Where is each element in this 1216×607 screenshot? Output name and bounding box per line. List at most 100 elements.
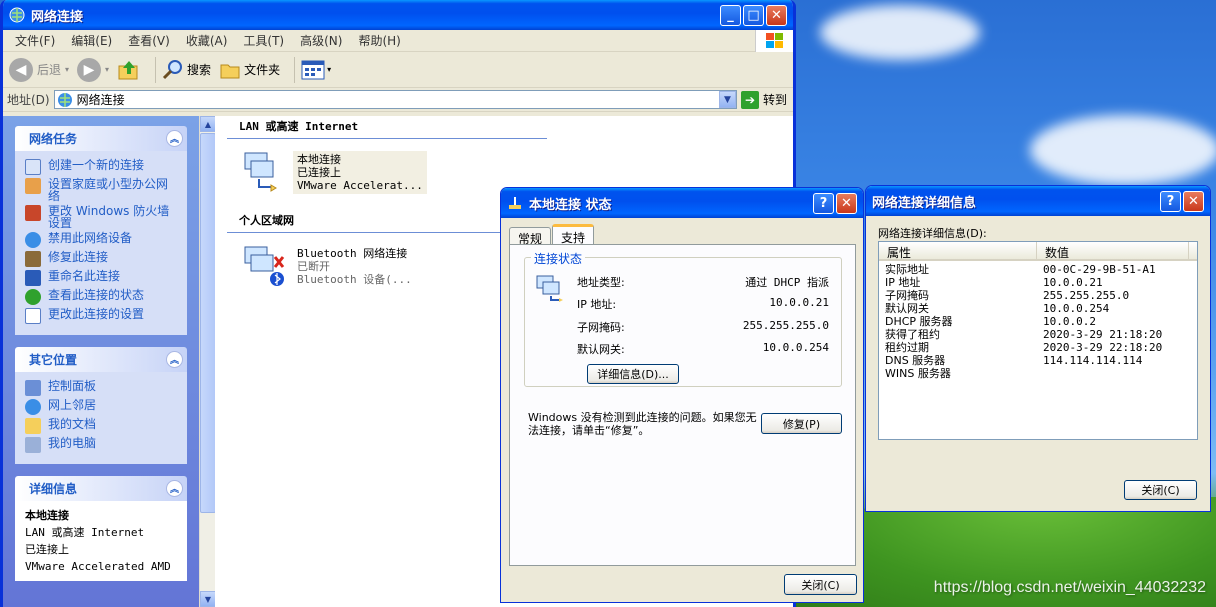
other-places-header[interactable]: 其它位置 ︽ [15, 347, 187, 372]
details-dialog-title: 网络连接详细信息 [872, 195, 977, 211]
list-header: 属性 数值 [879, 242, 1197, 261]
table-row[interactable]: 实际地址 00-0C-29-9B-51-A1 [879, 263, 1197, 276]
back-label: 后退 [37, 63, 62, 77]
task-repair-connection[interactable]: 修复此连接 [25, 251, 179, 267]
column-property[interactable]: 属性 [879, 242, 1037, 260]
menu-view[interactable]: 查看(V) [120, 32, 178, 49]
details-list-label: 网络连接详细信息(D): [878, 227, 987, 240]
place-network-places[interactable]: 网上邻居 [25, 399, 179, 415]
connection-status-group: 连接状态 地址类型: 通过 DHCP 指派 IP 地址: 10.0.0.21 子网掩… [524, 250, 842, 387]
search-button[interactable]: 搜索 [162, 59, 211, 81]
task-firewall-settings[interactable]: 更改 Windows 防火墙设置 [25, 205, 179, 229]
connection-name: Bluetooth 网络连接 [297, 247, 408, 260]
repair-button[interactable]: 修复(P) [761, 413, 842, 434]
place-my-computer[interactable]: 我的电脑 [25, 437, 179, 453]
property-cell: IP 地址 [885, 276, 921, 289]
close-button[interactable]: ✕ [836, 192, 857, 214]
menu-file[interactable]: 文件(F) [7, 32, 63, 49]
table-row[interactable]: DNS 服务器 114.114.114.114 [879, 354, 1197, 367]
explorer-titlebar[interactable]: 网络连接 _ □ ✕ [3, 0, 793, 30]
collapse-chevron-icon[interactable]: ︽ [166, 351, 183, 368]
column-value[interactable]: 数值 [1037, 242, 1189, 260]
task-pane: 网络任务 ︽ 创建一个新的连接 设置家庭或小型办公网络 更改 Windows 防… [3, 116, 199, 607]
menu-help[interactable]: 帮助(H) [350, 32, 408, 49]
property-cell: 获得了租约 [885, 328, 940, 341]
menu-tools[interactable]: 工具(T) [235, 32, 292, 49]
address-label: 地址(D) [7, 93, 50, 107]
close-dialog-button[interactable]: 关闭(C) [1124, 480, 1197, 500]
connection-device: VMware Accelerat... [297, 179, 423, 192]
row-ip-address: IP 地址: 10.0.0.21 [577, 296, 829, 312]
collapse-chevron-icon[interactable]: ︽ [166, 480, 183, 497]
folders-button[interactable]: 文件夹 [219, 59, 280, 81]
task-disable-device[interactable]: 禁用此网络设备 [25, 232, 179, 248]
close-button[interactable]: ✕ [1183, 190, 1204, 212]
view-status-icon [25, 289, 41, 305]
table-row[interactable]: 子网掩码 255.255.255.0 [879, 289, 1197, 302]
forward-arrow-icon: ▶ [77, 57, 102, 82]
details-name: 本地连接 [25, 509, 69, 522]
place-my-documents[interactable]: 我的文档 [25, 418, 179, 434]
menu-edit[interactable]: 编辑(E) [63, 32, 120, 49]
maximize-button[interactable]: □ [743, 4, 764, 26]
task-home-network[interactable]: 设置家庭或小型办公网络 [25, 178, 179, 202]
task-change-settings[interactable]: 更改此连接的设置 [25, 308, 179, 324]
scroll-thumb[interactable] [200, 133, 216, 513]
task-rename-connection[interactable]: 重命名此连接 [25, 270, 179, 286]
menu-bar: 文件(F) 编辑(E) 查看(V) 收藏(A) 工具(T) 高级(N) 帮助(H… [3, 30, 793, 52]
help-button[interactable]: ? [1160, 190, 1181, 212]
value-cell: 00-0C-29-9B-51-A1 [1043, 263, 1156, 276]
status-titlebar[interactable]: 本地连接 状态 ? ✕ [501, 188, 863, 218]
support-tab-panel: 连接状态 地址类型: 通过 DHCP 指派 IP 地址: 10.0.0.21 子网掩… [509, 244, 856, 566]
back-button[interactable]: ◀ 后退 ▾ [9, 57, 69, 82]
property-cell: WINS 服务器 [885, 367, 951, 380]
up-folder-icon [118, 60, 138, 79]
lan-connection-icon [239, 151, 287, 193]
go-button[interactable]: ➔ 转到 [740, 90, 787, 109]
views-button[interactable]: ▾ [301, 59, 331, 81]
help-button[interactable]: ? [813, 192, 834, 214]
network-connection-icon [536, 275, 563, 302]
place-control-panel[interactable]: 控制面板 [25, 380, 179, 396]
minimize-button[interactable]: _ [720, 4, 741, 26]
rename-icon [25, 270, 41, 286]
network-tasks-header[interactable]: 网络任务 ︽ [15, 126, 187, 151]
firewall-icon [25, 205, 41, 221]
address-dropdown-icon[interactable]: ▼ [718, 91, 736, 108]
table-row[interactable]: 默认网关 10.0.0.254 [879, 302, 1197, 315]
forward-button[interactable]: ▶ ▾ [77, 57, 109, 82]
details-list[interactable]: 属性 数值 实际地址 00-0C-29-9B-51-A1 IP 地址 10.0.0.2… [878, 241, 1198, 440]
address-input[interactable]: 网络连接 ▼ [53, 90, 737, 109]
row-label: 默认网关: [577, 343, 625, 356]
bluetooth-connection-icon [239, 245, 287, 287]
details-header[interactable]: 详细信息 ︽ [15, 476, 187, 501]
close-button[interactable]: ✕ [766, 4, 787, 26]
value-cell: 2020-3-29 22:18:20 [1043, 341, 1163, 354]
collapse-chevron-icon[interactable]: ︽ [166, 130, 183, 147]
folder-icon [220, 64, 240, 78]
scroll-up-icon[interactable]: ▲ [200, 116, 216, 132]
details-button[interactable]: 详细信息(D)... [587, 364, 679, 384]
table-row[interactable]: DHCP 服务器 10.0.0.2 [879, 315, 1197, 328]
task-view-status[interactable]: 查看此连接的状态 [25, 289, 179, 305]
menu-favorites[interactable]: 收藏(A) [178, 32, 236, 49]
scroll-down-icon[interactable]: ▼ [200, 591, 216, 607]
tab-support[interactable]: 支持 [552, 224, 595, 246]
row-value: 255.255.255.0 [742, 319, 829, 332]
close-dialog-button[interactable]: 关闭(C) [784, 574, 857, 595]
table-row[interactable]: IP 地址 10.0.0.21 [879, 276, 1197, 289]
task-pane-scrollbar[interactable]: ▲ ▼ [199, 116, 216, 607]
table-row[interactable]: WINS 服务器 [879, 367, 1197, 380]
home-network-icon [25, 178, 41, 194]
network-tasks-panel: 网络任务 ︽ 创建一个新的连接 设置家庭或小型办公网络 更改 Windows 防… [15, 126, 187, 335]
up-folder-button[interactable] [117, 58, 141, 82]
details-titlebar[interactable]: 网络连接详细信息 ? ✕ [866, 186, 1210, 216]
table-row[interactable]: 租约过期 2020-3-29 22:18:20 [879, 341, 1197, 354]
task-create-connection[interactable]: 创建一个新的连接 [25, 159, 179, 175]
menu-advanced[interactable]: 高级(N) [292, 32, 350, 49]
table-row[interactable]: 获得了租约 2020-3-29 21:18:20 [879, 328, 1197, 341]
network-globe-icon [9, 7, 25, 23]
task-label: 更改此连接的设置 [48, 307, 145, 321]
go-label: 转到 [762, 93, 787, 107]
row-label: 子网掩码: [577, 321, 625, 334]
